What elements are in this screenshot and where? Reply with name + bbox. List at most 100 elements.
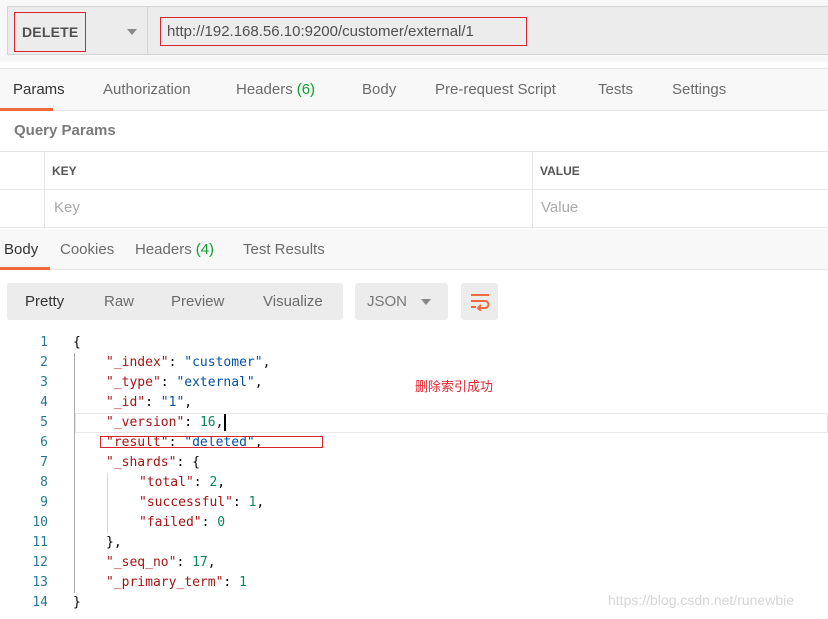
view-mode-group: Pretty Raw Preview Visualize [7, 283, 343, 320]
json-punctuation: : [193, 475, 210, 490]
code-line: 1{ [0, 333, 828, 353]
json-key: "failed" [139, 515, 202, 530]
tab-label: Headers [236, 81, 293, 98]
json-punctuation: } [73, 595, 81, 610]
json-punctuation: , [262, 355, 271, 370]
wrap-lines-button[interactable] [461, 283, 498, 320]
line-number: 7 [40, 455, 48, 470]
line-number: 6 [40, 435, 48, 450]
json-key: "_index" [106, 355, 169, 370]
code-line: 5 "_version": 16, [0, 413, 828, 433]
json-punctuation: : [168, 355, 185, 370]
table-row: Key Value [0, 190, 828, 228]
url-text: http://192.168.56.10:9200/customer/exter… [167, 23, 474, 40]
tab-body[interactable]: Body [362, 69, 396, 110]
chevron-down-icon[interactable] [127, 29, 137, 35]
tab-pre-request-script[interactable]: Pre-request Script [435, 69, 556, 110]
json-punctuation: , [254, 375, 263, 390]
json-punctuation: , [207, 555, 216, 570]
request-tabs: Params Authorization Headers (6) Body Pr… [0, 68, 828, 111]
code-text: "_shards": { [106, 453, 200, 473]
tab-tests[interactable]: Tests [598, 69, 633, 110]
watermark: https://blog.csdn.net/runewbie [608, 592, 795, 608]
value-input[interactable]: Value [541, 199, 821, 216]
json-key: "total" [139, 475, 194, 490]
text-cursor [224, 414, 227, 431]
json-key: "successful" [139, 495, 233, 510]
postman-window: DELETE http://192.168.56.10:9200/custome… [0, 0, 828, 619]
response-body-viewer[interactable]: 1{2 "_index": "customer", 3 "_type": "exter… [0, 333, 828, 619]
json-punctuation: }, [106, 535, 122, 550]
tab-label: Body [362, 81, 397, 98]
tab-settings[interactable]: Settings [672, 69, 726, 110]
visualize-button[interactable]: Visualize [263, 283, 323, 320]
method-select[interactable]: DELETE [14, 12, 86, 52]
code-text: "_seq_no": 17, [106, 553, 216, 573]
code-line: 13 "_primary_term": 1 [0, 573, 828, 593]
json-punctuation: : [232, 495, 249, 510]
url-input[interactable]: http://192.168.56.10:9200/customer/exter… [160, 17, 527, 46]
line-number: 2 [40, 355, 48, 370]
code-text: { [73, 333, 81, 353]
code-text: "_type": "external", [106, 373, 263, 393]
json-punctuation: : [176, 555, 193, 570]
divider [147, 7, 148, 54]
wrap-lines-icon [470, 293, 489, 311]
pretty-button[interactable]: Pretty [25, 283, 64, 320]
json-punctuation: : [184, 415, 200, 430]
tab-test-results[interactable]: Test Results [243, 229, 325, 269]
tab-label: Tests [598, 81, 634, 98]
json-punctuation: , [184, 395, 193, 410]
tab-label: Headers [135, 240, 192, 258]
code-text: }, [106, 533, 122, 553]
raw-button[interactable]: Raw [104, 283, 134, 320]
json-key: "_type" [106, 375, 161, 390]
language-select[interactable]: JSON [355, 283, 448, 320]
json-punctuation: , [256, 495, 265, 510]
json-punctuation: : [201, 515, 218, 530]
result-highlight-box [100, 436, 323, 448]
json-number: 1 [239, 575, 247, 590]
tab-authorization[interactable]: Authorization [103, 69, 191, 110]
code-text: } [73, 593, 81, 613]
code-line: 11}, [0, 533, 828, 553]
query-params-title: Query Params [14, 122, 116, 139]
json-string: "1" [160, 395, 185, 410]
tab-label: Test Results [243, 240, 325, 258]
response-tabs: Body Cookies Headers (4) Test Results [0, 229, 828, 270]
code-line: 10 "failed": 0 [0, 513, 828, 533]
json-punctuation: { [73, 335, 81, 350]
indent-guide [74, 353, 75, 593]
tab-params[interactable]: Params [13, 69, 65, 110]
code-text: "_primary_term": 1 [106, 573, 247, 593]
json-key: "_primary_term" [106, 575, 224, 590]
query-params-table: KEY VALUE Key Value [0, 151, 828, 229]
column-divider [532, 152, 533, 229]
column-header-key: KEY [52, 164, 77, 178]
method-label: DELETE [22, 24, 79, 40]
line-number: 9 [40, 495, 48, 510]
line-number: 3 [40, 375, 48, 390]
json-key: "_id" [106, 395, 146, 410]
key-input[interactable]: Key [54, 199, 524, 216]
code-line: 8 "total": 2, [0, 473, 828, 493]
column-divider [44, 152, 45, 229]
code-line: 7 "_shards": { [0, 453, 828, 473]
tab-response-body[interactable]: Body [4, 229, 38, 269]
tab-cookies[interactable]: Cookies [60, 229, 114, 269]
json-number: 16 [199, 415, 216, 430]
tab-label: Pre-request Script [435, 81, 556, 98]
json-key: "_shards" [106, 455, 177, 470]
line-number: 12 [32, 555, 48, 570]
tab-label: Authorization [103, 81, 191, 98]
tab-response-headers[interactable]: Headers (4) [135, 229, 214, 269]
json-key: "_seq_no" [106, 555, 177, 570]
request-area: DELETE http://192.168.56.10:9200/custome… [0, 0, 828, 62]
code-line: 3 "_type": "external", [0, 373, 828, 393]
json-punctuation: : { [176, 455, 200, 470]
tab-label: Cookies [60, 240, 115, 258]
code-text: "failed": 0 [139, 513, 225, 533]
tab-headers[interactable]: Headers (6) [236, 69, 315, 110]
json-punctuation: , [217, 475, 226, 490]
preview-button[interactable]: Preview [171, 283, 224, 320]
